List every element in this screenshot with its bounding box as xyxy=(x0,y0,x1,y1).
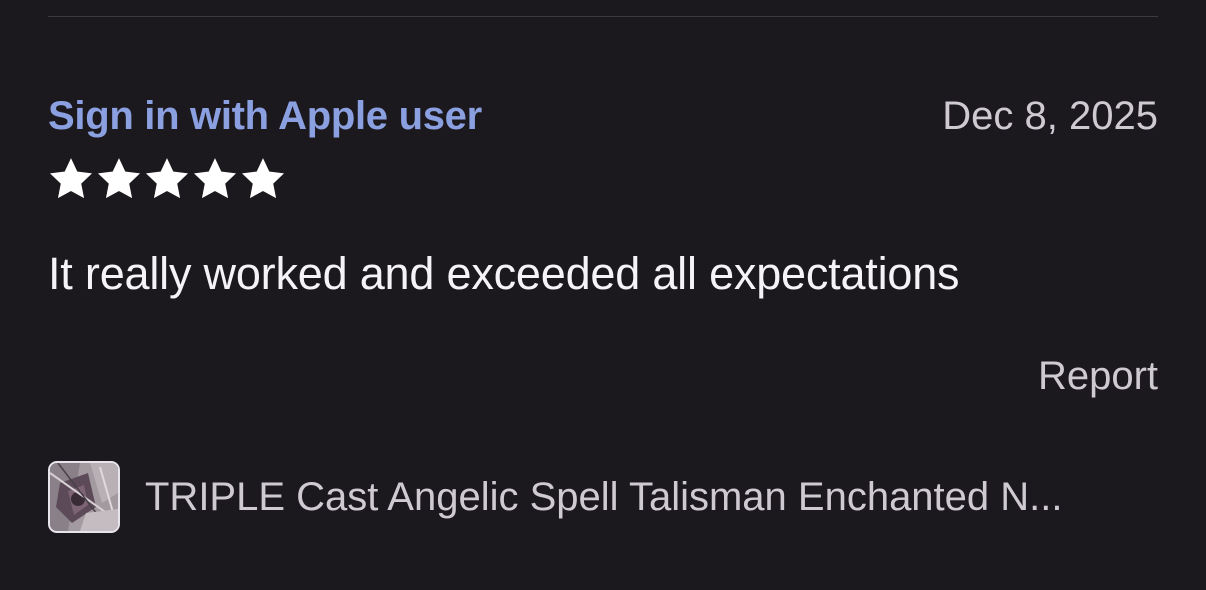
review-text: It really worked and exceeded all expect… xyxy=(48,248,960,299)
star-icon xyxy=(145,158,189,199)
reviewed-product-link[interactable]: TRIPLE Cast Angelic Spell Talisman Encha… xyxy=(48,459,1158,535)
product-thumbnail-image[interactable] xyxy=(48,461,120,533)
report-button[interactable]: Report xyxy=(1038,354,1158,399)
product-title[interactable]: TRIPLE Cast Angelic Spell Talisman Encha… xyxy=(145,475,1063,520)
star-rating xyxy=(48,156,286,202)
star-icon xyxy=(193,158,237,199)
star-icon xyxy=(97,158,141,199)
star-icon xyxy=(49,158,93,199)
reviewer-name[interactable]: Sign in with Apple user xyxy=(48,94,482,139)
star-icon xyxy=(241,158,285,199)
review-date: Dec 8, 2025 xyxy=(942,94,1158,138)
review-card: Sign in with Apple user Dec 8, 2025 It r… xyxy=(0,0,1206,590)
top-divider xyxy=(48,16,1158,17)
